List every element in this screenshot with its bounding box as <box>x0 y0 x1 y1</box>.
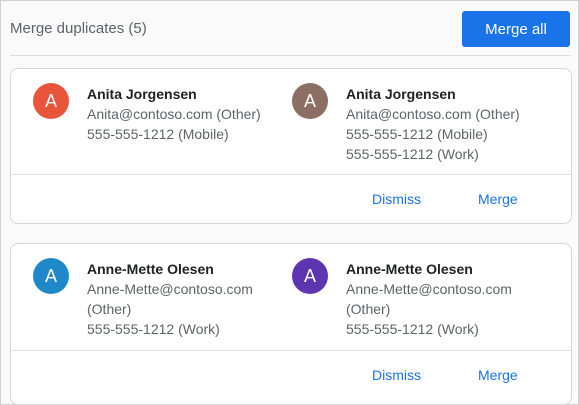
contact-phone: 555-555-1212 (Work) <box>346 321 479 337</box>
contact-phone: 555-555-1212 (Mobile) <box>87 126 229 142</box>
card-divider <box>11 174 571 175</box>
contact-avatar: A <box>292 258 328 294</box>
contact-entry: A Anne-Mette Olesen Anne-Mette@contoso.c… <box>33 258 253 339</box>
contact-email: Anne-Mette@contoso.com <box>346 281 512 297</box>
duplicate-group-card: A Anita Jorgensen Anita@contoso.com (Oth… <box>10 68 572 224</box>
contact-avatar: A <box>292 83 328 119</box>
header-divider <box>10 55 571 56</box>
merge-button[interactable]: Merge <box>478 367 518 383</box>
contact-entry: A Anita Jorgensen Anita@contoso.com (Oth… <box>33 83 261 144</box>
contact-entry: A Anita Jorgensen Anita@contoso.com (Oth… <box>292 83 520 164</box>
contact-avatar: A <box>33 258 69 294</box>
merge-button[interactable]: Merge <box>478 191 518 207</box>
contact-email: Anita@contoso.com (Other) <box>87 106 261 122</box>
contact-avatar: A <box>33 83 69 119</box>
contact-email: Anita@contoso.com (Other) <box>346 106 520 122</box>
dismiss-button[interactable]: Dismiss <box>372 191 421 207</box>
merge-all-button[interactable]: Merge all <box>462 11 570 47</box>
contact-phone: 555-555-1212 (Work) <box>87 321 220 337</box>
contact-phone: 555-555-1212 (Mobile) <box>346 126 488 142</box>
contact-name: Anita Jorgensen <box>87 86 197 102</box>
contact-phone: 555-555-1212 (Work) <box>346 146 479 162</box>
contact-name: Anne-Mette Olesen <box>346 261 473 277</box>
merge-duplicates-panel: Merge duplicates (5) Merge all A Anita J… <box>0 0 579 405</box>
card-divider <box>11 350 571 351</box>
contact-email-type: (Other) <box>346 301 391 317</box>
contact-email: Anne-Mette@contoso.com <box>87 281 253 297</box>
panel-title: Merge duplicates (5) <box>10 20 147 37</box>
contact-name: Anita Jorgensen <box>346 86 456 102</box>
contact-entry: A Anne-Mette Olesen Anne-Mette@contoso.c… <box>292 258 512 339</box>
contact-name: Anne-Mette Olesen <box>87 261 214 277</box>
dismiss-button[interactable]: Dismiss <box>372 367 421 383</box>
panel-header: Merge duplicates (5) Merge all <box>1 1 578 57</box>
duplicate-group-card: A Anne-Mette Olesen Anne-Mette@contoso.c… <box>10 243 572 405</box>
contact-email-type: (Other) <box>87 301 132 317</box>
